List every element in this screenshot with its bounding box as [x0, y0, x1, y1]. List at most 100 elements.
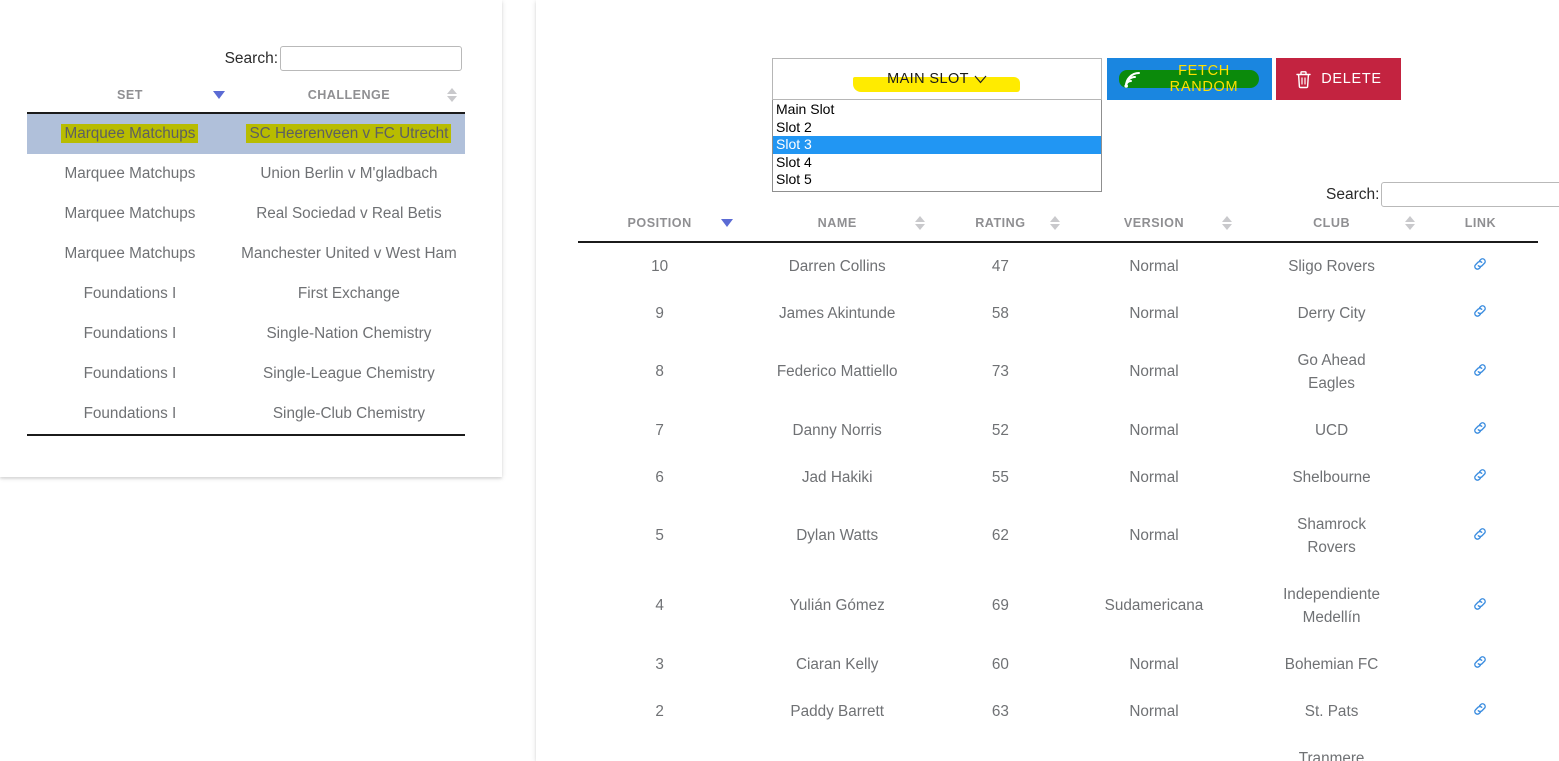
link-icon[interactable]	[1472, 256, 1488, 272]
cell-rating: 62	[991, 527, 1009, 544]
challenges-panel: Search: SET CHALLENGE Marquee Matchups S…	[0, 0, 502, 477]
column-header-rating[interactable]: RATING	[933, 208, 1068, 243]
cell-set: Marquee Matchups	[64, 165, 196, 182]
cell-rating: 47	[991, 257, 1009, 275]
table-row[interactable]: 3 Ciaran Kelly 60 Normal Bohemian FC	[578, 641, 1538, 688]
cell-link	[1423, 688, 1538, 735]
cell-club: Bohemian FC	[1240, 641, 1422, 688]
challenges-search-label: Search:	[224, 49, 278, 67]
column-header-challenge[interactable]: CHALLENGE	[232, 80, 465, 114]
chevron-down-icon	[974, 75, 987, 84]
sort-unsorted-icon	[1404, 216, 1415, 230]
cell-rating: 63	[991, 702, 1009, 720]
link-icon[interactable]	[1472, 362, 1488, 378]
table-row[interactable]: 2 Paddy Barrett 63 Normal St. Pats	[578, 688, 1538, 735]
slot-select-options-list[interactable]: Main Slot Slot 2 Slot 3 Slot 4 Slot 5	[772, 100, 1102, 192]
table-row[interactable]: Marquee Matchups Union Berlin v M'gladba…	[27, 154, 465, 194]
cell-rating: 69	[991, 597, 1009, 614]
cell-version: Normal	[1129, 527, 1179, 544]
slot-option[interactable]: Slot 4	[773, 154, 1101, 172]
cell-set: Foundations I	[83, 365, 177, 382]
sort-descending-icon	[721, 219, 734, 227]
column-header-version[interactable]: VERSION	[1067, 208, 1241, 243]
cell-position: 5	[655, 527, 664, 544]
cell-club-label: Derry City	[1297, 305, 1366, 322]
table-row[interactable]: 1Neill Byrne61Normal Tranmere Rovers	[578, 735, 1538, 761]
link-icon[interactable]	[1472, 701, 1488, 717]
challenges-search-input[interactable]	[280, 46, 462, 71]
squad-search-label: Search:	[1326, 185, 1380, 203]
cell-name: Paddy Barrett	[790, 702, 884, 720]
cell-club: St. Pats	[1240, 688, 1422, 735]
table-row[interactable]: 8 Federico Mattiello 73 Normal Go Ahead Eagl…	[578, 337, 1538, 407]
cell-link	[1423, 571, 1538, 641]
cell-version: Normal	[1068, 735, 1241, 761]
cell-challenge: Real Sociedad v Real Betis	[256, 205, 442, 222]
squad-panel: MAIN SLOT Main Slot Slot 2 Slot 3 Slot 4…	[536, 0, 1559, 761]
column-header-link[interactable]: LINK	[1422, 208, 1538, 243]
cell-club: Tranmere Rovers	[1240, 735, 1422, 761]
table-row[interactable]: 10 Darren Collins 47 Normal Sligo Rovers	[578, 242, 1538, 290]
table-row[interactable]: Foundations I Single-Club Chemistry	[27, 394, 465, 436]
column-header-name[interactable]: NAME	[741, 208, 934, 243]
challenges-table-wrap: SET CHALLENGE Marquee Matchups SC Heeren…	[27, 80, 465, 436]
link-icon[interactable]	[1472, 420, 1488, 436]
column-header-set[interactable]: SET	[27, 80, 233, 114]
table-row[interactable]: 4 Yulián Gómez 69 Sudamericana Independiente…	[578, 571, 1538, 641]
squad-table-body: 10 Darren Collins 47 Normal Sligo Rovers 9 Jam…	[578, 242, 1538, 761]
cell-club-label: Sligo Rovers	[1288, 258, 1375, 275]
table-row[interactable]: Foundations I Single-Nation Chemistry	[27, 314, 465, 354]
cell-link	[1423, 501, 1538, 571]
squad-header-row: POSITION NAME RATING VERSION CLUB LINK	[578, 208, 1538, 243]
link-icon[interactable]	[1472, 596, 1488, 612]
rss-signal-icon	[1123, 70, 1143, 89]
column-header-club-label: CLUB	[1313, 216, 1351, 230]
cell-version: Normal	[1129, 304, 1179, 322]
cell-name: Jad Hakiki	[801, 468, 873, 486]
slot-select-value: MAIN SLOT	[887, 71, 969, 87]
table-row[interactable]: Marquee Matchups Real Sociedad v Real Be…	[27, 194, 465, 234]
slot-option[interactable]: Slot 2	[773, 119, 1101, 137]
cell-position: 7	[655, 421, 664, 439]
delete-button[interactable]: Delete	[1276, 58, 1401, 100]
slot-option-selected[interactable]: Slot 3	[773, 136, 1101, 154]
cell-version: Normal	[1129, 468, 1179, 486]
cell-position: 6	[655, 468, 664, 486]
trash-icon	[1295, 70, 1312, 89]
cell-club-label: Bohemian FC	[1284, 656, 1379, 673]
link-icon[interactable]	[1472, 654, 1488, 670]
table-row[interactable]: 9 James Akintunde 58 Normal Derry City	[578, 290, 1538, 337]
cell-club: Derry City	[1240, 290, 1422, 337]
table-row[interactable]: 5 Dylan Watts 62 Normal Shamrock Rovers	[578, 501, 1538, 571]
cell-position: 9	[655, 304, 664, 322]
challenges-search-row: Search:	[225, 46, 462, 71]
table-row[interactable]: 7 Danny Norris 52 Normal UCD	[578, 407, 1538, 454]
cell-link	[1423, 641, 1538, 688]
table-row[interactable]: Foundations I First Exchange	[27, 274, 465, 314]
cell-challenge: Single-Nation Chemistry	[266, 325, 432, 342]
slot-option[interactable]: Slot 5	[773, 171, 1101, 189]
cell-position: 8	[655, 363, 664, 380]
challenges-table-body: Marquee Matchups SC Heerenveen v FC Utre…	[27, 113, 465, 436]
fetch-random-button[interactable]: Fetch Random	[1107, 58, 1272, 100]
table-row[interactable]: Foundations I Single-League Chemistry	[27, 354, 465, 394]
cell-link	[1423, 337, 1538, 407]
cell-version: Normal	[1129, 702, 1179, 720]
column-header-club[interactable]: CLUB	[1240, 208, 1423, 243]
cell-rating: 55	[991, 468, 1009, 486]
table-row[interactable]: Marquee Matchups Manchester United v Wes…	[27, 234, 465, 274]
link-icon[interactable]	[1472, 467, 1488, 483]
column-header-position[interactable]: POSITION	[578, 208, 742, 243]
table-row[interactable]: 6 Jad Hakiki 55 Normal Shelbourne	[578, 454, 1538, 501]
link-icon[interactable]	[1472, 526, 1488, 542]
slot-option[interactable]: Main Slot	[773, 101, 1101, 119]
cell-challenge: Union Berlin v M'gladbach	[260, 165, 438, 182]
sort-unsorted-icon	[915, 216, 926, 230]
cell-set: Foundations I	[83, 285, 177, 302]
sort-unsorted-icon	[447, 88, 457, 102]
link-icon[interactable]	[1472, 303, 1488, 319]
table-row[interactable]: Marquee Matchups SC Heerenveen v FC Utre…	[27, 113, 465, 154]
squad-search-input[interactable]	[1381, 182, 1559, 207]
column-header-version-label: VERSION	[1123, 216, 1185, 230]
slot-select-trigger[interactable]: MAIN SLOT	[772, 58, 1102, 100]
